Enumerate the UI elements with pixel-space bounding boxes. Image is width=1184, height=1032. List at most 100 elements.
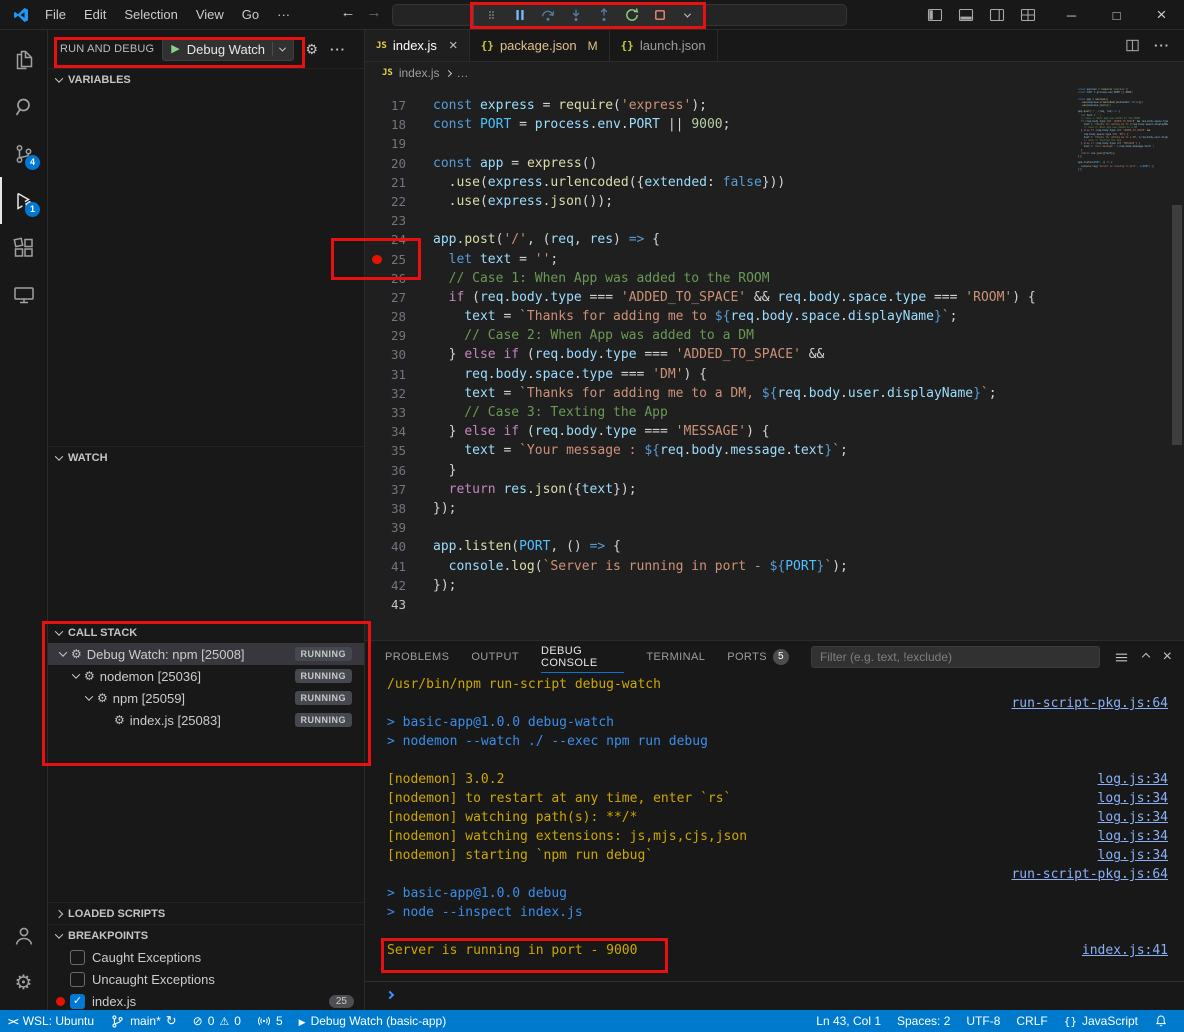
section-call-stack[interactable]: CALL STACK [48, 621, 364, 643]
more-actions-icon[interactable]: ··· [1154, 38, 1170, 53]
close-button[interactable]: × [1139, 0, 1184, 30]
line-number-gutter[interactable]: 41 [365, 557, 433, 576]
line-number-gutter[interactable]: 25 [365, 250, 433, 269]
console-source-link[interactable]: log.js:34 [1098, 846, 1168, 865]
tab-index-js[interactable]: JS index.js × [365, 30, 470, 61]
sidebar-item-run-and-debug[interactable]: 1 [0, 177, 47, 224]
statusbar-item-encoding[interactable]: UTF-8 [958, 1010, 1008, 1032]
minimap[interactable]: const express = require('express');const… [1078, 88, 1168, 174]
panel-tab-problems[interactable]: PROBLEMS [385, 641, 449, 673]
step-over-button[interactable] [534, 5, 561, 26]
breakpoint-dot[interactable] [372, 255, 382, 265]
chevron-down-icon[interactable] [279, 44, 286, 51]
line-number-gutter[interactable]: 27 [365, 288, 433, 307]
statusbar-item-eol[interactable]: CRLF [1008, 1010, 1055, 1032]
tab-package-json[interactable]: {} package.json M [470, 30, 610, 61]
line-number-gutter[interactable]: 18 [365, 115, 433, 134]
breakpoint-checkbox[interactable]: ✓ [70, 994, 85, 1009]
callstack-session-row[interactable]: ⚙index.js [25083]RUNNING [48, 709, 364, 731]
restart-button[interactable] [618, 5, 645, 26]
sidebar-item-search[interactable] [0, 83, 47, 130]
menu-item-view[interactable]: View [187, 4, 233, 26]
debug-config-picker[interactable]: ▶ Debug Watch [162, 37, 294, 61]
maximize-panel-icon[interactable] [1143, 654, 1149, 660]
menu-item-go[interactable]: Go [233, 4, 268, 26]
forward-icon[interactable]: → [362, 4, 386, 21]
chevron-down-button[interactable] [674, 5, 701, 26]
menu-item-selection[interactable]: Selection [115, 4, 186, 26]
sidebar-item-extensions[interactable] [0, 224, 47, 271]
sidebar-item-remote-explorer[interactable] [0, 271, 47, 318]
sidebar-item-accounts[interactable] [0, 912, 47, 959]
console-source-link[interactable]: log.js:34 [1098, 770, 1168, 789]
line-number-gutter[interactable]: 34 [365, 422, 433, 441]
section-loaded-scripts[interactable]: LOADED SCRIPTS [48, 902, 364, 924]
console-source-link[interactable]: run-script-pkg.js:64 [1011, 694, 1168, 713]
line-number-gutter[interactable]: 43 [365, 595, 433, 614]
breakpoint-row[interactable]: ✓index.js25 [48, 990, 364, 1010]
line-number-gutter[interactable]: 19 [365, 134, 433, 153]
callstack-session-row[interactable]: ⚙npm [25059]RUNNING [48, 687, 364, 709]
tab-launch-json[interactable]: {} launch.json [610, 30, 718, 61]
statusbar-item-language-mode[interactable]: {}JavaScript [1056, 1010, 1146, 1032]
breakpoint-checkbox[interactable] [70, 950, 85, 965]
console-filter-input[interactable] [811, 646, 1100, 668]
scrollbar-thumb[interactable] [1172, 205, 1182, 445]
statusbar-item-cursor-position[interactable]: Ln 43, Col 1 [808, 1010, 889, 1032]
callstack-session-row[interactable]: ⚙Debug Watch: npm [25008]RUNNING [48, 643, 364, 665]
step-into-button[interactable] [562, 5, 589, 26]
breakpoint-checkbox[interactable] [70, 972, 85, 987]
menu-item-edit[interactable]: Edit [75, 4, 115, 26]
toggle-panel-icon[interactable] [958, 7, 974, 23]
line-number-gutter[interactable]: 38 [365, 499, 433, 518]
line-number-gutter[interactable]: 42 [365, 576, 433, 595]
statusbar-item-indentation[interactable]: Spaces: 2 [889, 1010, 958, 1032]
step-out-button[interactable] [590, 5, 617, 26]
line-number-gutter[interactable]: 39 [365, 518, 433, 537]
maximize-button[interactable]: □ [1094, 0, 1139, 30]
menu-item-file[interactable]: File [36, 4, 75, 26]
line-number-gutter[interactable]: 35 [365, 441, 433, 460]
line-number-gutter[interactable]: 32 [365, 384, 433, 403]
panel-tab-terminal[interactable]: TERMINAL [646, 641, 705, 673]
pause-button[interactable] [506, 5, 533, 26]
line-number-gutter[interactable]: 23 [365, 211, 433, 230]
line-number-gutter[interactable]: 31 [365, 365, 433, 384]
sidebar-item-explorer[interactable] [0, 36, 47, 83]
breadcrumb-file[interactable]: index.js [399, 66, 440, 80]
breakpoint-row[interactable]: Uncaught Exceptions [48, 968, 364, 990]
line-number-gutter[interactable]: 24 [365, 230, 433, 249]
section-watch[interactable]: WATCH [48, 446, 364, 468]
breadcrumb[interactable]: JS index.js … [365, 62, 1184, 84]
callstack-session-row[interactable]: ⚙nodemon [25036]RUNNING [48, 665, 364, 687]
console-source-link[interactable]: log.js:34 [1098, 789, 1168, 808]
back-icon[interactable]: ← [336, 4, 360, 21]
line-number-gutter[interactable]: 28 [365, 307, 433, 326]
code-editor[interactable]: 17const express = require('express');18c… [365, 84, 1184, 640]
line-number-gutter[interactable]: 40 [365, 537, 433, 556]
open-launch-json-icon[interactable]: ⚙ [305, 42, 318, 56]
statusbar-item-remote-indicator[interactable]: ><WSL: Ubuntu [0, 1010, 102, 1032]
close-panel-icon[interactable]: × [1163, 648, 1172, 666]
close-tab-icon[interactable]: × [449, 37, 458, 54]
start-debugging-icon[interactable]: ▶ [171, 44, 179, 55]
sidebar-item-source-control[interactable]: 4 [0, 130, 47, 177]
section-variables[interactable]: VARIABLES [48, 68, 364, 90]
breadcrumb-symbol[interactable]: … [457, 66, 469, 80]
panel-tab-ports[interactable]: PORTS5 [727, 641, 789, 673]
line-number-gutter[interactable]: 33 [365, 403, 433, 422]
console-source-link[interactable]: run-script-pkg.js:64 [1011, 865, 1168, 884]
customize-layout-icon[interactable] [1020, 7, 1036, 23]
statusbar-item-notifications[interactable] [1146, 1010, 1176, 1032]
console-options-icon[interactable] [1114, 650, 1129, 665]
console-source-link[interactable]: log.js:34 [1098, 808, 1168, 827]
console-source-link[interactable]: index.js:41 [1082, 941, 1168, 960]
menu-item-[interactable]: ··· [268, 4, 299, 26]
line-number-gutter[interactable]: 37 [365, 480, 433, 499]
statusbar-item-git-branch[interactable]: main*↻ [102, 1010, 185, 1032]
minimize-button[interactable]: ─ [1049, 0, 1094, 30]
more-actions-icon[interactable]: ··· [330, 42, 346, 57]
split-editor-icon[interactable] [1125, 38, 1140, 53]
toggle-sidebar-icon[interactable] [927, 7, 943, 23]
line-number-gutter[interactable]: 17 [365, 96, 433, 115]
